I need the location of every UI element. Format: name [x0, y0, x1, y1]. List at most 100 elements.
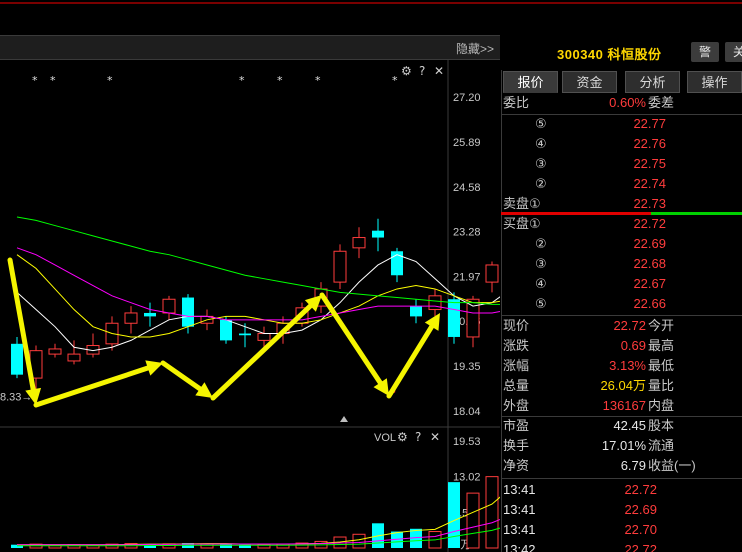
- buy-level-label: ②: [535, 236, 547, 251]
- stat-value: 3.13%: [609, 358, 646, 373]
- stat-label: 总量: [503, 378, 530, 393]
- volume-bar: [448, 482, 460, 548]
- buy-level-price: 22.72: [633, 216, 666, 231]
- divider: [501, 478, 742, 479]
- info-star-icon: *: [32, 74, 38, 87]
- stat-value: 136167: [602, 398, 646, 413]
- fund-value: 17.01%: [601, 438, 646, 453]
- help-icon: ?: [419, 64, 425, 78]
- buy-level-price: 22.68: [633, 256, 666, 271]
- stat-row-volume: 总量 26.04万 量比: [501, 376, 742, 396]
- stat-label: 今开: [648, 318, 675, 333]
- fund-label: 收益(一): [648, 458, 696, 473]
- sell-level-4[interactable]: ④ 22.76: [501, 134, 742, 154]
- buy-level-label: ⑤: [535, 296, 547, 311]
- sell-level-price: 22.77: [633, 116, 666, 131]
- tick-time: 13:42: [503, 542, 536, 552]
- stat-label: 外盘: [503, 398, 530, 413]
- buy-level-price: 22.69: [633, 236, 666, 251]
- candle-body: [485, 264, 499, 283]
- kline-chart[interactable]: ⚙? ✕VOL ⚙? ✕* * * * * * *27.2025.8924.5823.2821.9…: [0, 60, 500, 552]
- sell-level-label: 卖盘①: [503, 196, 541, 211]
- fund-label: 净资: [503, 458, 530, 473]
- sell-level-2[interactable]: ② 22.74: [501, 174, 742, 194]
- tick-time: 13:41: [503, 502, 536, 517]
- sell-level-5[interactable]: ⑤ 22.77: [501, 114, 742, 134]
- scroll-marker-icon: [340, 416, 348, 422]
- buy-level-3[interactable]: ③ 22.68: [501, 254, 742, 274]
- sell-level-1[interactable]: 卖盘① 22.73: [501, 194, 742, 214]
- candle-body: [11, 343, 23, 375]
- buy-level-1[interactable]: 买盘① 22.72: [501, 214, 742, 234]
- volume-bar: [200, 543, 214, 549]
- buy-level-4[interactable]: ④ 22.67: [501, 274, 742, 294]
- info-star-icon: *: [277, 74, 283, 87]
- buy-level-5[interactable]: ⑤ 22.66: [501, 294, 742, 314]
- order-book: 委比 0.60% 委差 ⑤ 22.77 ④ 22.76 ③ 22.75 ② 22…: [501, 0, 742, 552]
- stat-label: 现价: [503, 318, 530, 333]
- tick-price: 22.70: [624, 522, 657, 537]
- fund-label: 换手: [503, 438, 530, 453]
- info-star-icon: *: [392, 74, 398, 87]
- volume-average-line-ma5: [17, 496, 500, 546]
- sell-level-label: ②: [535, 176, 547, 191]
- tick-time: 13:41: [503, 522, 536, 537]
- candle-body: [144, 312, 156, 317]
- stat-label: 涨幅: [503, 358, 530, 373]
- fund-value: 6.79: [620, 458, 646, 473]
- committee-row: 委比 0.60% 委差: [501, 93, 742, 113]
- stat-value: 0.69: [620, 338, 646, 353]
- moving-average-line-ma10: [16, 254, 500, 338]
- volume-axis-tick: 19.53: [453, 436, 481, 448]
- price-axis-tick: 25.89: [453, 137, 481, 149]
- stat-row-outer: 外盘 136167 内盘: [501, 396, 742, 416]
- price-axis-tick: 21.97: [453, 271, 481, 283]
- candle-body: [162, 298, 176, 314]
- info-star-icon: *: [239, 74, 245, 87]
- buy-level-label: ③: [535, 256, 547, 271]
- stat-value: 22.72: [613, 318, 646, 333]
- sell-level-price: 22.73: [633, 196, 666, 211]
- candle-body: [448, 299, 460, 337]
- sell-level-label: ③: [535, 156, 547, 171]
- fund-value: 42.45: [613, 418, 646, 433]
- tick-time: 13:41: [503, 482, 536, 497]
- candle-body: [67, 353, 81, 362]
- price-axis-tick: 23.28: [453, 226, 481, 238]
- volume-bar: [352, 533, 366, 549]
- sell-level-3[interactable]: ③ 22.75: [501, 154, 742, 174]
- fund-row-turnover: 换手 17.01% 流通: [501, 436, 742, 456]
- committee-ratio-label: 委比: [503, 95, 530, 110]
- buy-level-2[interactable]: ② 22.69: [501, 234, 742, 254]
- buy-level-label: 买盘①: [503, 216, 541, 231]
- fund-label: 流通: [648, 438, 675, 453]
- price-axis-tick: 19.35: [453, 361, 481, 373]
- tick-row: 13:41 22.70: [501, 520, 742, 540]
- volume-average-line-long: [17, 527, 500, 547]
- close-icon: ✕: [430, 430, 440, 444]
- moving-average-line-ma20: [16, 247, 500, 321]
- tick-row: 13:42 22.72: [501, 540, 742, 552]
- trend-arrow-shaft: [386, 324, 435, 399]
- candle-body: [352, 237, 366, 249]
- gear-icon: ⚙: [397, 430, 408, 444]
- volume-bar: [466, 492, 480, 549]
- tick-row: 13:41 22.69: [501, 500, 742, 520]
- stat-label: 最低: [648, 358, 675, 373]
- candle-body: [257, 333, 271, 341]
- hide-panel-button[interactable]: 隐藏>>: [456, 40, 494, 57]
- candle-body: [124, 312, 138, 324]
- sell-level-label: ④: [535, 136, 547, 151]
- tick-price: 22.72: [624, 482, 657, 497]
- close-icon: ✕: [434, 64, 444, 78]
- trend-arrow-shaft: [319, 292, 383, 386]
- stat-row-price: 现价 22.72 今开: [501, 316, 742, 336]
- buy-level-label: ④: [535, 276, 547, 291]
- stat-row-pct: 涨幅 3.13% 最低: [501, 356, 742, 376]
- fund-label: 股本: [648, 418, 675, 433]
- sell-level-price: 22.74: [633, 176, 666, 191]
- trend-arrow-shaft: [160, 360, 203, 392]
- stat-label: 涨跌: [503, 338, 530, 353]
- price-axis-tick: 24.58: [453, 182, 481, 194]
- gear-icon: ⚙: [401, 64, 412, 78]
